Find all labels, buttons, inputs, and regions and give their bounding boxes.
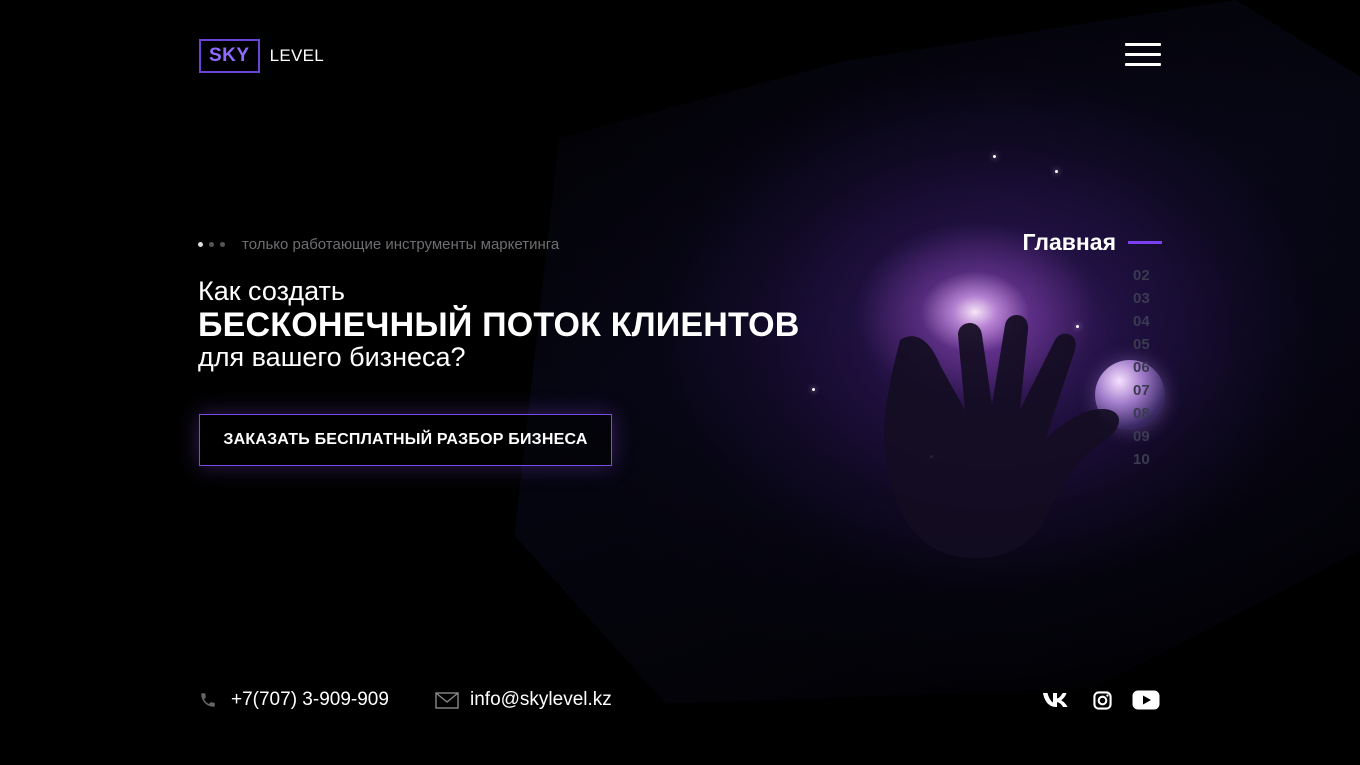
- site-logo[interactable]: SKY LEVEL: [199, 39, 324, 73]
- instagram-icon[interactable]: [1092, 688, 1112, 712]
- heading-main: БЕСКОНЕЧНЫЙ ПОТОК КЛИЕНТОВ: [198, 306, 800, 344]
- phone-icon: [201, 693, 215, 707]
- section-nav-item[interactable]: 10: [1133, 448, 1150, 471]
- section-nav-item[interactable]: 04: [1133, 310, 1150, 333]
- tagline-text: только работающие инструменты маркетинга: [242, 236, 560, 253]
- logo-box-text: SKY: [199, 39, 260, 73]
- landing-page: SKY LEVEL только работающие инструменты …: [0, 0, 1360, 765]
- phone-number[interactable]: +7(707) 3-909-909: [231, 689, 389, 711]
- slider-dot-2[interactable]: [209, 242, 214, 247]
- hamburger-menu-icon[interactable]: [1125, 43, 1161, 69]
- section-nav: Главная 02 03 04 05 06 07 08 09 10: [1000, 228, 1162, 468]
- heading-pre: Как создать: [198, 276, 345, 306]
- section-nav-list: 02 03 04 05 06 07 08 09 10: [1133, 264, 1150, 471]
- slider-dot-1[interactable]: [198, 242, 203, 247]
- section-nav-item[interactable]: 05: [1133, 333, 1150, 356]
- hand-silhouette-image: [884, 314, 1120, 559]
- envelope-icon: [435, 691, 459, 709]
- section-nav-item[interactable]: 09: [1133, 425, 1150, 448]
- section-nav-active-line: [1128, 240, 1162, 244]
- star-decoration: [1055, 170, 1058, 173]
- phone-contact[interactable]: +7(707) 3-909-909: [199, 689, 389, 711]
- social-links: [1042, 688, 1160, 712]
- section-nav-item[interactable]: 06: [1133, 356, 1150, 379]
- logo-text: LEVEL: [269, 46, 325, 65]
- youtube-icon[interactable]: [1132, 688, 1160, 712]
- hero-tagline: только работающие инструменты маркетинга: [198, 236, 559, 253]
- slider-dots: [198, 242, 225, 247]
- heading-post: для вашего бизнеса?: [198, 342, 466, 372]
- order-free-analysis-button[interactable]: ЗАКАЗАТЬ БЕСПЛАТНЫЙ РАЗБОР БИЗНЕСА: [199, 414, 612, 466]
- section-nav-current[interactable]: Главная: [1000, 228, 1162, 256]
- vk-icon[interactable]: [1042, 688, 1070, 712]
- section-nav-item[interactable]: 07: [1133, 379, 1150, 402]
- section-nav-item[interactable]: 02: [1133, 264, 1150, 287]
- section-nav-item[interactable]: 08: [1133, 402, 1150, 425]
- email-contact[interactable]: info@skylevel.kz: [435, 689, 612, 711]
- email-address[interactable]: info@skylevel.kz: [470, 689, 612, 711]
- section-nav-item[interactable]: 03: [1133, 287, 1150, 310]
- section-nav-current-label: Главная: [1022, 228, 1116, 255]
- star-decoration: [812, 388, 815, 391]
- star-decoration: [993, 155, 996, 158]
- slider-dot-3[interactable]: [220, 242, 225, 247]
